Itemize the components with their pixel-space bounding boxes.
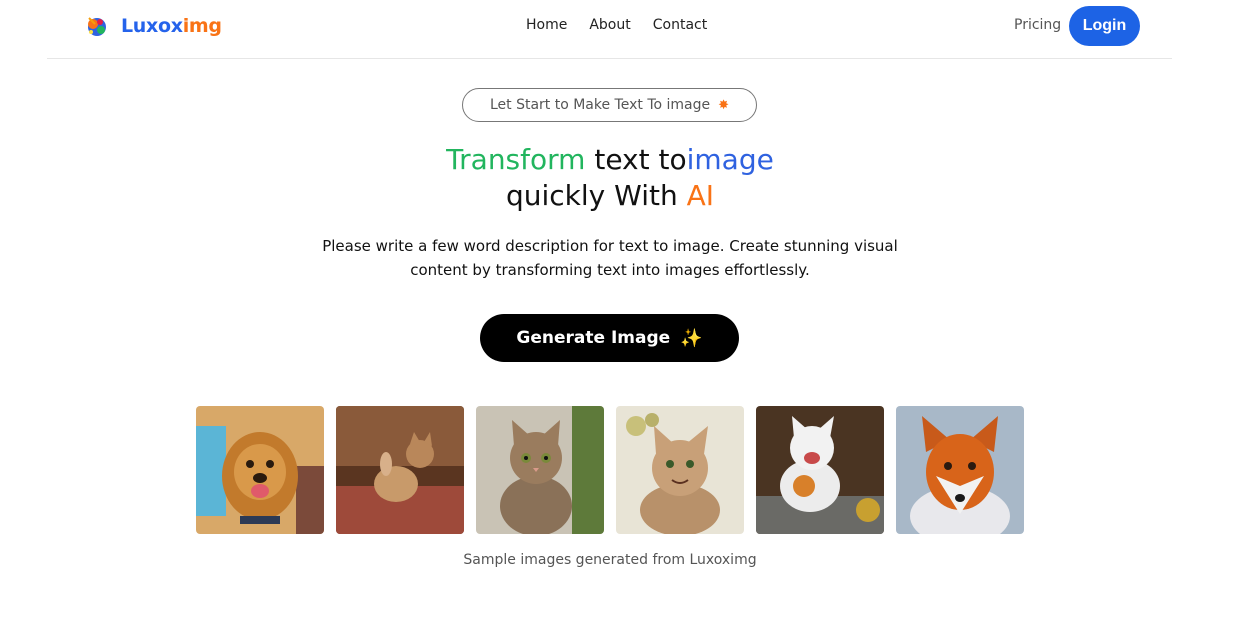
brand-logo[interactable]: Luxoximg: [83, 12, 222, 40]
login-button[interactable]: Login: [1069, 6, 1140, 46]
brand-name: Luxoximg: [121, 15, 222, 37]
description-line-1: Please write a few word description for …: [322, 237, 898, 255]
headline-word-transform: Transform: [446, 143, 586, 176]
nav-home-link[interactable]: Home: [526, 17, 567, 33]
sparkles-icon: ✨: [680, 327, 703, 349]
headline-word-ai: AI: [686, 179, 715, 212]
hero-headline: Transform text toimage quickly With AI: [0, 142, 1220, 214]
brand-name-part-1: Luxox: [121, 15, 183, 37]
brand-name-part-2: img: [182, 15, 222, 37]
hero-description: Please write a few word description for …: [0, 234, 1220, 282]
main-nav: Home About Contact: [526, 17, 707, 33]
paint-splash-logo-icon: [88, 17, 106, 36]
tabby-cat-image[interactable]: [476, 406, 604, 534]
white-kitten-apple-image[interactable]: [756, 406, 884, 534]
pricing-link[interactable]: Pricing: [1014, 17, 1061, 33]
sparkle-burst-icon: ✸: [718, 97, 730, 113]
gallery-caption: Sample images generated from Luxoximg: [463, 552, 757, 568]
intro-pill-text: Let Start to Make Text To image: [489, 97, 711, 113]
headline-word-image: image: [686, 143, 774, 176]
nav-about-link[interactable]: About: [589, 17, 630, 33]
red-fox-image[interactable]: [896, 406, 1024, 534]
sample-gallery: [196, 406, 1024, 534]
headline-line-1: Transform text toimage: [0, 142, 1220, 178]
smiling-cat-image[interactable]: [616, 406, 744, 534]
generate-image-label: Generate Image: [516, 328, 671, 348]
description-line-2: content by transforming text into images…: [410, 261, 810, 279]
headline-word-quickly: quickly With: [505, 179, 687, 212]
nav-contact-link[interactable]: Contact: [653, 17, 707, 33]
headline-word-text-to: text to: [585, 143, 687, 176]
headline-line-2: quickly With AI: [0, 178, 1220, 214]
golden-retriever-image[interactable]: [196, 406, 324, 534]
kitten-playing-image[interactable]: [336, 406, 464, 534]
top-navbar: Luxoximg Home About Contact Pricing Logi…: [47, 0, 1172, 59]
generate-image-button[interactable]: Generate Image ✨: [480, 314, 739, 362]
intro-pill: Let Start to Make Text To image ✸: [462, 88, 757, 122]
